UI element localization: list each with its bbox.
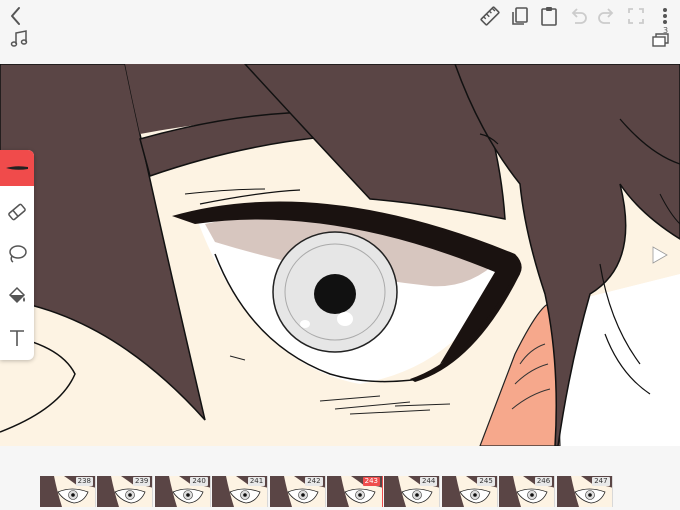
frame-number: 240 [190,477,208,486]
tool-panel [0,150,34,360]
timeline-frame[interactable]: 245 [441,476,498,507]
frame-number: 241 [247,477,266,486]
frame-number: 245 [477,477,495,486]
undo-icon[interactable] [566,4,590,28]
brush-tool[interactable] [0,150,34,186]
bucket-icon [8,286,26,304]
fill-tool[interactable] [0,278,34,314]
timeline-frame[interactable]: 246 [499,476,556,507]
more-icon[interactable] [653,4,677,28]
fullscreen-icon[interactable] [624,4,648,28]
lasso-tool[interactable] [0,236,34,272]
timeline-frame[interactable]: 240 [154,476,211,507]
music-icon[interactable] [8,28,30,50]
timeline-frame[interactable]: 242 [269,476,326,507]
frame-number: 239 [133,477,151,486]
timeline-frame[interactable]: 244 [384,476,441,507]
text-icon [10,330,24,346]
frame-strip: 238 239 240 241 242 243 244 245 246 247 [40,476,640,507]
eraser-icon [8,203,26,221]
paste-icon[interactable] [537,4,561,28]
ruler-icon[interactable] [478,4,502,28]
artwork [0,64,680,446]
timeline-frame[interactable]: 247 [556,476,613,507]
frame-number: 246 [534,477,553,486]
lasso-icon [9,245,27,263]
brush-icon [6,166,28,170]
drawing-canvas[interactable] [0,64,680,446]
redo-icon[interactable] [595,4,619,28]
frame-number: 238 [75,477,93,486]
layers-button[interactable] [650,28,674,50]
timeline-frame[interactable]: 238 [40,476,96,507]
frame-number: 247 [592,477,610,486]
frame-number: 244 [420,477,438,486]
frame-number: 242 [305,477,323,486]
play-button[interactable] [648,244,670,266]
eraser-tool[interactable] [0,194,34,230]
timeline-frame[interactable]: 243 [327,476,383,507]
timeline-frame[interactable]: 239 [97,476,154,507]
text-tool[interactable] [0,320,34,356]
play-icon [652,246,668,264]
back-icon[interactable] [4,4,28,28]
top-toolbar [0,0,680,64]
timeline-frame[interactable]: 241 [212,476,269,507]
layers-icon [652,33,669,47]
layers-count: 3 [663,26,669,35]
frame-number: 243 [362,477,380,486]
copy-icon[interactable] [508,4,532,28]
